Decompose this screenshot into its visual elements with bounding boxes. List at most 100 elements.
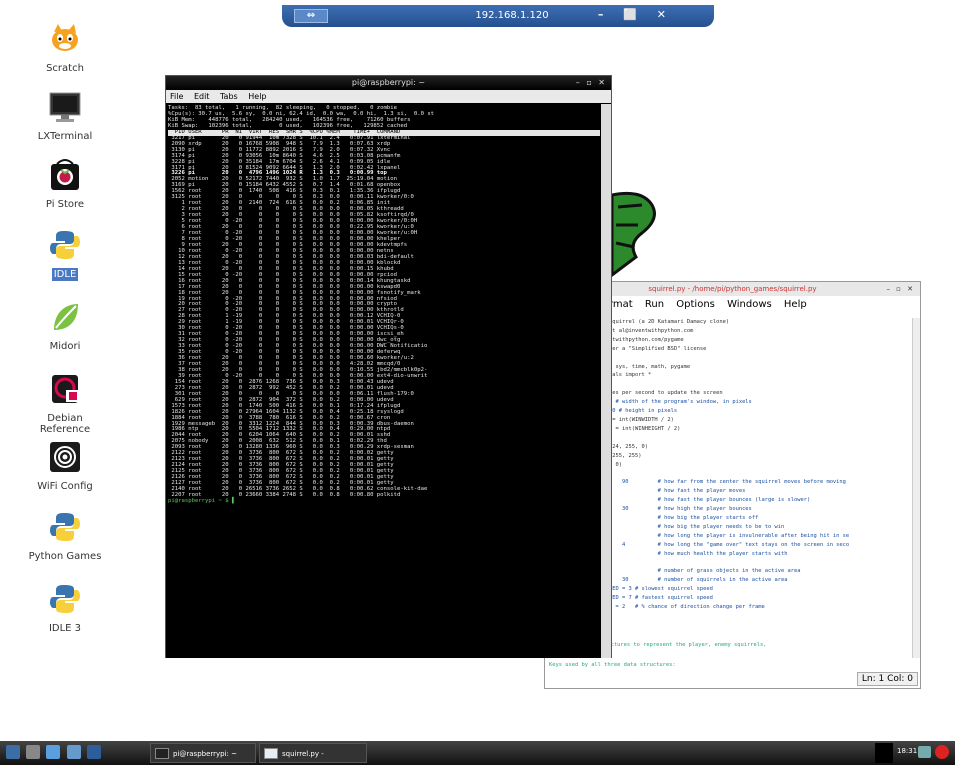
menu-icon[interactable] [6,745,20,759]
idle-status-line-col: Ln: 1 Col: 0 [856,672,918,686]
code-line: 90 # how far from the center the squirre… [609,479,846,486]
desktop-icon-scratch[interactable]: Scratch [20,22,110,75]
desktop-icon-midori[interactable]: Midori [20,300,110,353]
terminal-menu-tabs[interactable]: Tabs [220,92,238,101]
desktop: ⇔ 192.168.1.120 – ⬜ ✕ Scratch LXTerminal… [0,0,955,778]
code-line: 30 # how high the player bounces [609,506,752,513]
midori-leaf-icon [48,300,82,334]
terminal-window-controls[interactable]: – ▫ ✕ [576,76,607,90]
taskbar: pi@raspberrypi: ~ squirrel.py - /home/pi… [0,741,955,778]
desktop-icon-idle3[interactable]: IDLE 3 [20,582,110,635]
idle-scrollbar[interactable] [912,318,920,658]
wifi-icon [48,440,82,474]
taskbar-button-label: squirrel.py - /home/pi/py... [282,750,330,778]
idle-menu-windows[interactable]: Windows [727,299,772,310]
file-manager-icon[interactable] [66,745,81,759]
terminal-menu-edit[interactable]: Edit [194,92,210,101]
scratch-cat-icon [48,22,82,56]
desktop-icon-pi-store[interactable]: Pi Store [20,158,110,211]
terminal-window[interactable]: pi@raspberrypi: ~ – ▫ ✕ File Edit Tabs H… [165,75,612,658]
desktop-icon-label: Python Games [28,551,102,562]
idle-app-icon [264,748,278,759]
code-line: # how big the player needs to be to win [609,523,785,530]
code-line: = 2 # % chance of direction change per f… [609,604,765,610]
cpu-monitor-icon [875,743,893,763]
idle-menu-help[interactable]: Help [784,299,807,310]
taskbar-button-terminal[interactable]: pi@raspberrypi: ~ [150,743,256,763]
code-line: 30 # number of squirrels in the active a… [609,577,788,584]
terminal-menubar: File Edit Tabs Help [166,90,611,103]
power-icon[interactable] [935,745,949,759]
code-line: (24, 255, 0) [609,443,648,450]
vnc-pin-button[interactable]: ⇔ [294,9,328,23]
vnc-connection-bar: ⇔ 192.168.1.120 – ⬜ ✕ [282,5,714,27]
python-icon [48,228,82,262]
code-line: mes per second to update the screen [609,390,723,397]
python-icon [48,510,82,544]
idle-code-editor[interactable]: Squirrel (a 2D Katamari Damacy clone) rt … [609,318,913,644]
wallpaper-snake-graphic [610,185,660,283]
monitor-icon [48,90,82,124]
browser-icon[interactable] [46,745,61,759]
idle-menu-run[interactable]: Run [645,299,664,310]
python-icon [48,582,82,616]
code-line: T = int(WINHEIGHT / 2) [609,425,681,432]
code-line: eals import * [609,372,652,379]
desktop-icon-label: Pi Store [45,199,85,210]
vnc-window-controls[interactable]: – ⬜ ✕ [598,8,674,21]
code-line: # how fast the player moves [609,488,746,495]
taskbar-button-label: pi@raspberrypi: ~ [173,750,238,758]
minimize-all-icon[interactable] [26,745,41,759]
code-line: sys, time, math, pygame [609,363,691,370]
terminal-menu-help[interactable]: Help [248,92,266,101]
volume-icon[interactable] [918,746,931,758]
desktop-icon-label: WiFi Config [37,481,93,492]
terminal-titlebar[interactable]: pi@raspberrypi: ~ – ▫ ✕ [166,76,611,90]
code-line: 80 # height in pixels [609,408,678,415]
desktop-icon-lxterminal[interactable]: LXTerminal [20,90,110,143]
terminal-menu-file[interactable]: File [170,92,183,101]
idle-window-controls[interactable]: – ▫ ✕ [886,282,915,296]
desktop-switcher-icon[interactable] [86,745,101,759]
terminal-output[interactable]: Tasks: 83 total, 1 running, 82 sleeping,… [166,104,602,658]
vnc-host-label: 192.168.1.120 [475,10,549,21]
code-line: EED = 7 # fastest squirrel speed [609,595,713,602]
idle-menu-options[interactable]: Options [676,299,715,310]
terminal-title: pi@raspberrypi: ~ [351,78,426,87]
code-line: # how much health the player starts with [609,550,788,557]
taskbar-button-idle[interactable]: squirrel.py - /home/pi/py... [259,743,367,778]
code-line: 0) [609,461,622,468]
desktop-icon-python-games[interactable]: Python Games [20,510,110,563]
clock[interactable]: 18:31 [897,747,917,755]
code-line: Keys used by all three data structures: [549,662,676,668]
terminal-app-icon [155,748,169,759]
desktop-icon-label: Midori [49,341,81,352]
idle-menu-format[interactable]: rmat [609,299,633,310]
code-line: ntwithpython.com/pygame [609,336,684,343]
desktop-icon-idle[interactable]: IDLE [20,228,110,281]
terminal-scrollbar[interactable] [601,104,611,658]
debian-icon [48,372,82,406]
code-line: rt al@inventwithpython.com [609,327,694,334]
code-line: # how big the player starts off [609,514,759,521]
code-line: EED = 3 # slowest squirrel speed [609,586,713,593]
desktop-icon-debian-reference[interactable]: Debian Reference [20,372,110,436]
taskbar-launchers [6,745,105,761]
pi-store-icon [48,158,82,192]
desktop-icon-label: IDLE 3 [48,623,82,634]
code-line: 4 # how long the "game over" text stays … [609,541,850,548]
shell-prompt[interactable]: pi@raspberrypi ~ $ ▌ [168,498,600,505]
desktop-icon-label: IDLE [51,268,79,281]
desktop-icon-wifi-config[interactable]: WiFi Config [20,440,110,493]
idle-title: squirrel.py - /home/pi/python_games/squi… [648,285,817,293]
code-line: Squirrel (a 2D Katamari Damacy clone) [609,319,730,325]
desktop-icon-label: Debian Reference [39,413,91,435]
code-line: 255, 255) [609,452,642,459]
